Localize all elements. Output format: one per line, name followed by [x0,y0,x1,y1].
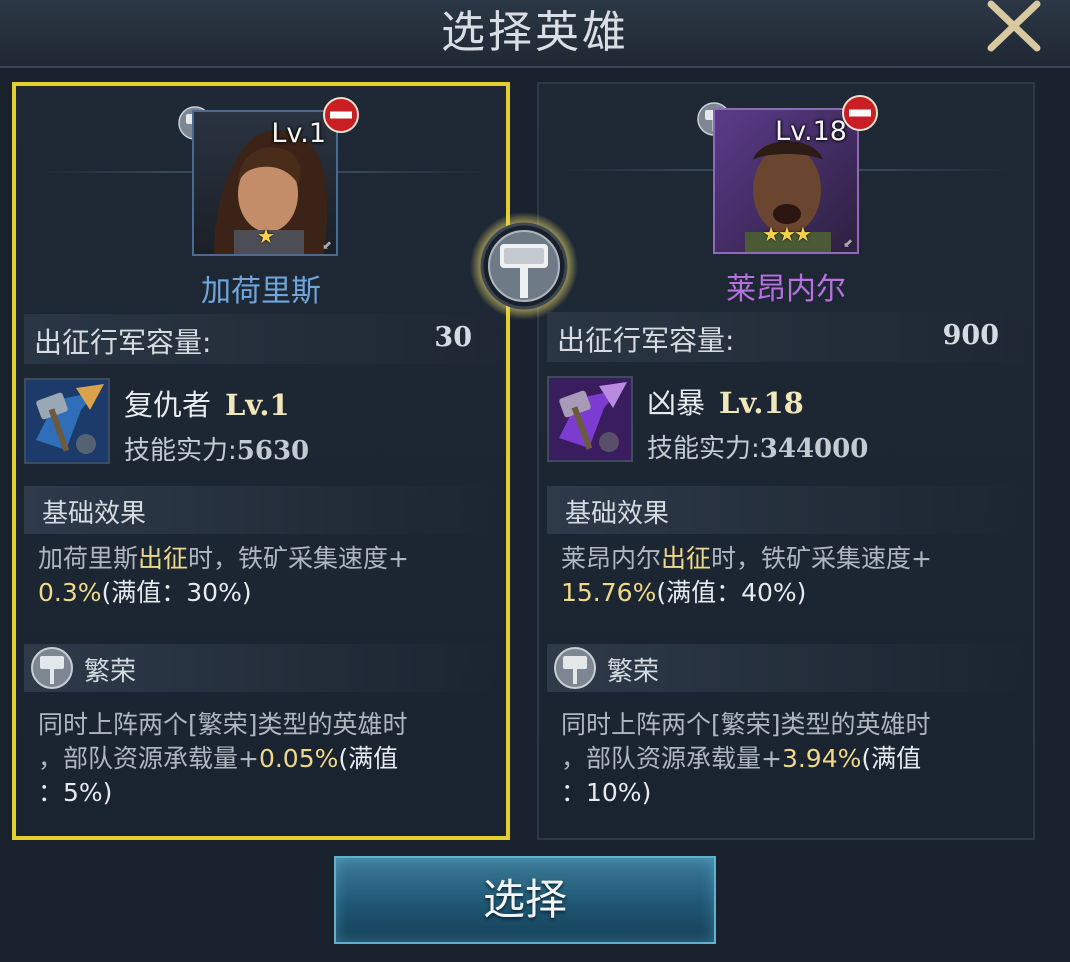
effect-hero-name: 加荷里斯 [38,544,139,573]
skill-name: 复仇者 [124,388,212,422]
march-capacity-label: 出征行军容量: [34,326,212,359]
march-capacity-value: 30 [434,322,472,353]
skill-title: 复仇者 Lv.1 [124,382,290,424]
trait-header: 繁荣 [24,644,498,692]
trait-value: 0.05% [258,744,339,773]
trait-line2: ，部队资源承载量+ [38,744,259,773]
hammer-type-icon [470,212,578,320]
hero-card-right[interactable]: Lv.18 ★★★ ⬋ 莱昂内尔 出征行军容量: 900 凶暴 Lv.18 技能实… [537,82,1035,840]
skill-icon[interactable] [547,376,633,462]
trait-value: 3.94% [781,744,862,773]
skill-power: 技能实力:344000 [647,428,868,465]
skill-level: Lv.18 [719,386,804,420]
prosperity-icon [554,647,596,689]
skill-power-label: 技能实力: [647,434,760,464]
trait-text: 同时上阵两个[繁荣]类型的英雄时 ，部队资源承载量+3.94%(满值 ：10%) [561,708,1013,810]
effect-keyword: 出征 [138,544,189,573]
skill-name: 凶暴 [647,386,706,420]
trait-title: 繁荣 [607,657,660,687]
effect-desc: 时，铁矿采集速度+ [711,544,932,573]
hero-name: 加荷里斯 [201,274,321,309]
hammer-purple-icon [549,378,631,460]
skill-power-value: 5630 [236,436,310,466]
base-effect-text: 莱昂内尔出征时，铁矿采集速度+ 15.76%(满值：40%) [561,542,1013,610]
trait-text: 同时上阵两个[繁荣]类型的英雄时 ，部队资源承载量+0.05%(满值 ：5%) [38,708,486,810]
expand-corner-icon: ⬋ [321,238,332,252]
prosperity-icon [31,647,73,689]
hero-stars: ★ [257,224,275,248]
trait-header: 繁荣 [547,644,1025,692]
base-effect-text: 加荷里斯出征时，铁矿采集速度+ 0.3%(满值：30%) [38,542,486,610]
window-title: 选择英雄 [441,7,629,58]
effect-keyword: 出征 [661,544,712,573]
effect-hero-name: 莱昂内尔 [561,544,662,573]
trait-max: ：5%) [38,778,113,807]
trait-max-pre: (满值 [338,744,399,773]
expand-corner-icon: ⬋ [842,236,853,250]
hero-stars: ★★★ [762,222,812,246]
skill-title: 凶暴 Lv.18 [647,380,804,422]
base-effect-title: 基础效果 [42,499,147,529]
hero-level: Lv.1 [271,118,326,149]
trait-max-pre: (满值 [861,744,922,773]
remove-hero-icon[interactable] [322,96,360,134]
title-bar: 选择英雄 [0,0,1070,68]
march-capacity-label: 出征行军容量: [557,324,735,357]
march-capacity-row: 出征行军容量: 30 [24,314,498,364]
march-capacity-value: 900 [942,320,999,351]
skill-power-value: 344000 [759,434,869,464]
hero-card-left[interactable]: Lv.1 ★ ⬋ 加荷里斯 出征行军容量: 30 复仇者 Lv.1 技能实力:56… [12,82,510,840]
select-button[interactable]: 选择 [334,856,716,944]
remove-hero-icon[interactable] [841,94,879,132]
hammer-blue-icon [26,380,108,462]
hero-name: 莱昂内尔 [726,272,846,307]
base-effect-header: 基础效果 [24,486,498,534]
hero-portrait[interactable]: Lv.1 ★ ⬋ [192,110,338,256]
effect-value: 15.76% [561,578,657,607]
trait-line1: 同时上阵两个[繁荣]类型的英雄时 [38,710,408,739]
skill-icon[interactable] [24,378,110,464]
trait-title: 繁荣 [84,657,137,687]
base-effect-title: 基础效果 [565,499,670,529]
skill-level: Lv.1 [225,388,290,422]
skill-power-label: 技能实力: [124,436,237,466]
effect-max: (满值：30%) [101,578,252,607]
effect-value: 0.3% [38,578,102,607]
close-icon[interactable] [985,0,1043,52]
effect-desc: 时，铁矿采集速度+ [188,544,409,573]
hero-level: Lv.18 [775,116,847,147]
effect-max: (满值：40%) [656,578,807,607]
hero-portrait[interactable]: Lv.18 ★★★ ⬋ [713,108,859,254]
base-effect-header: 基础效果 [547,486,1025,534]
trait-max: ：10%) [561,778,652,807]
trait-line1: 同时上阵两个[繁荣]类型的英雄时 [561,710,931,739]
march-capacity-row: 出征行军容量: 900 [547,312,1025,362]
trait-line2: ，部队资源承载量+ [561,744,782,773]
skill-power: 技能实力:5630 [124,430,309,467]
